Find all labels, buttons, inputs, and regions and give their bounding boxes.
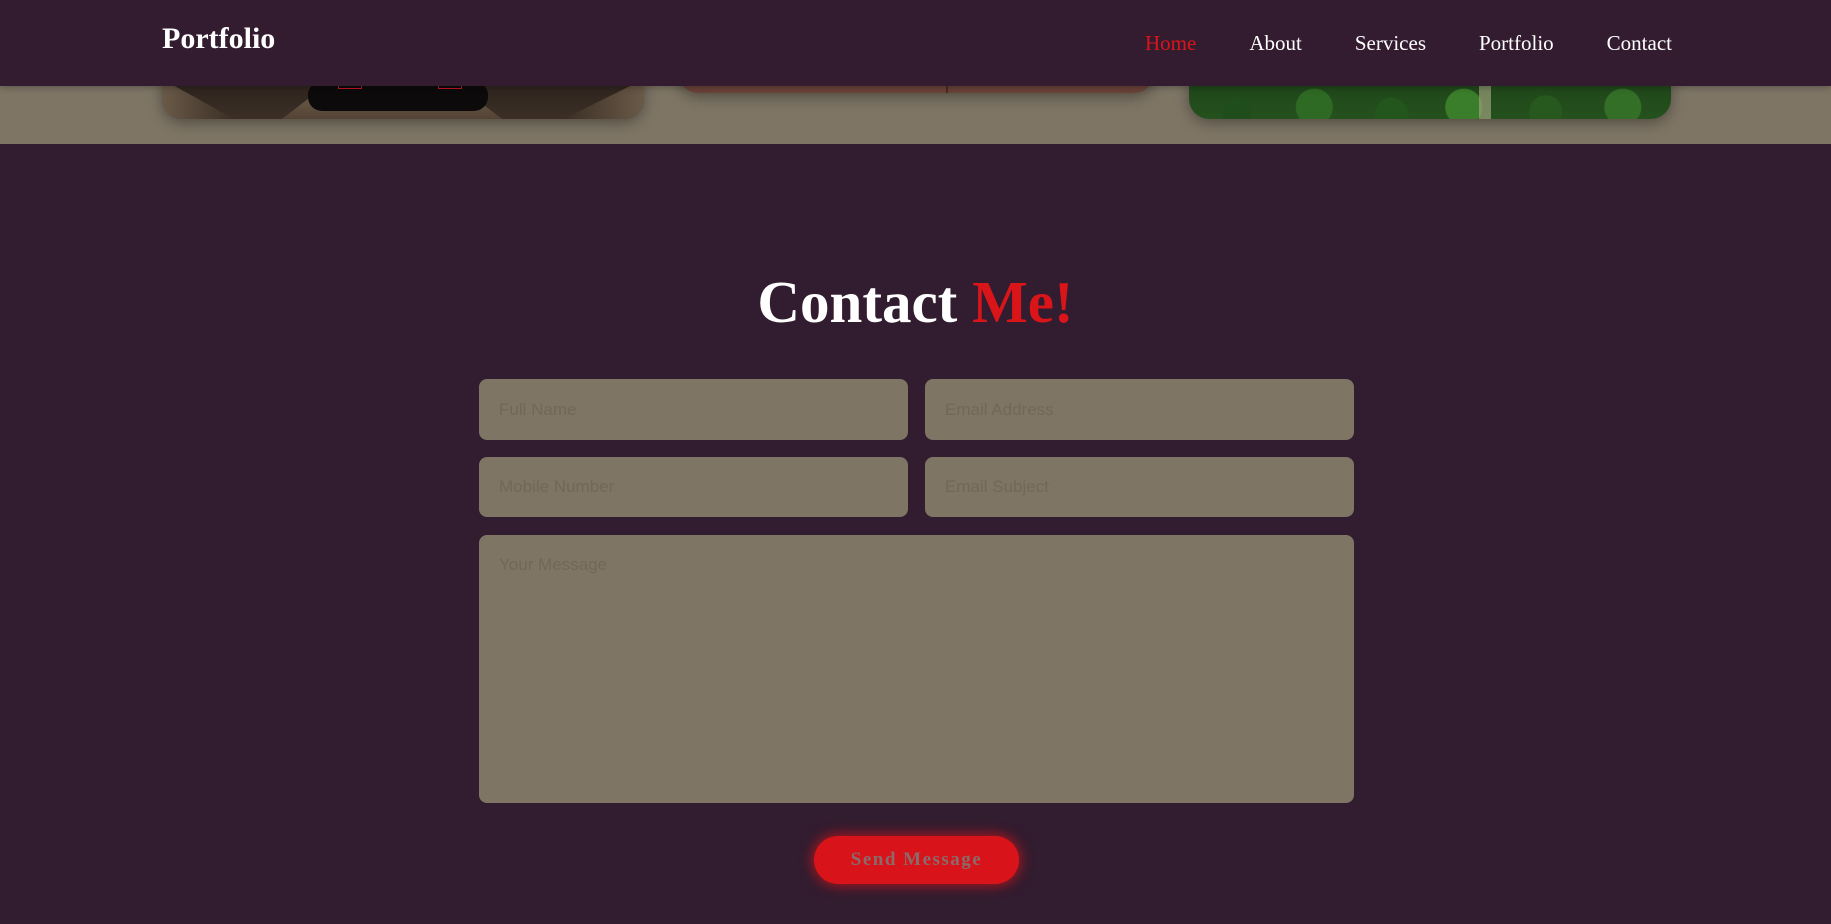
nav-link-portfolio[interactable]: Portfolio — [1479, 30, 1554, 56]
email-subject-input[interactable] — [925, 457, 1354, 517]
contact-heading: Contact Me! — [0, 268, 1831, 336]
email-address-input[interactable] — [925, 379, 1354, 440]
contact-heading-accent: Me! — [972, 269, 1074, 335]
site-logo[interactable]: Portfolio — [162, 22, 275, 56]
message-textarea[interactable] — [479, 535, 1354, 803]
nav-link-home[interactable]: Home — [1145, 30, 1196, 56]
nav-link-contact[interactable]: Contact — [1607, 30, 1672, 56]
site-header: Portfolio Home About Services Portfolio … — [0, 0, 1831, 86]
send-message-button[interactable]: Send Message — [814, 836, 1019, 884]
mobile-number-input[interactable] — [479, 457, 908, 517]
full-name-input[interactable] — [479, 379, 908, 440]
nav-link-services[interactable]: Services — [1355, 30, 1426, 56]
nav-link-about[interactable]: About — [1249, 30, 1302, 56]
contact-heading-main: Contact — [757, 269, 958, 335]
main-nav: Home About Services Portfolio Contact — [1145, 30, 1672, 56]
